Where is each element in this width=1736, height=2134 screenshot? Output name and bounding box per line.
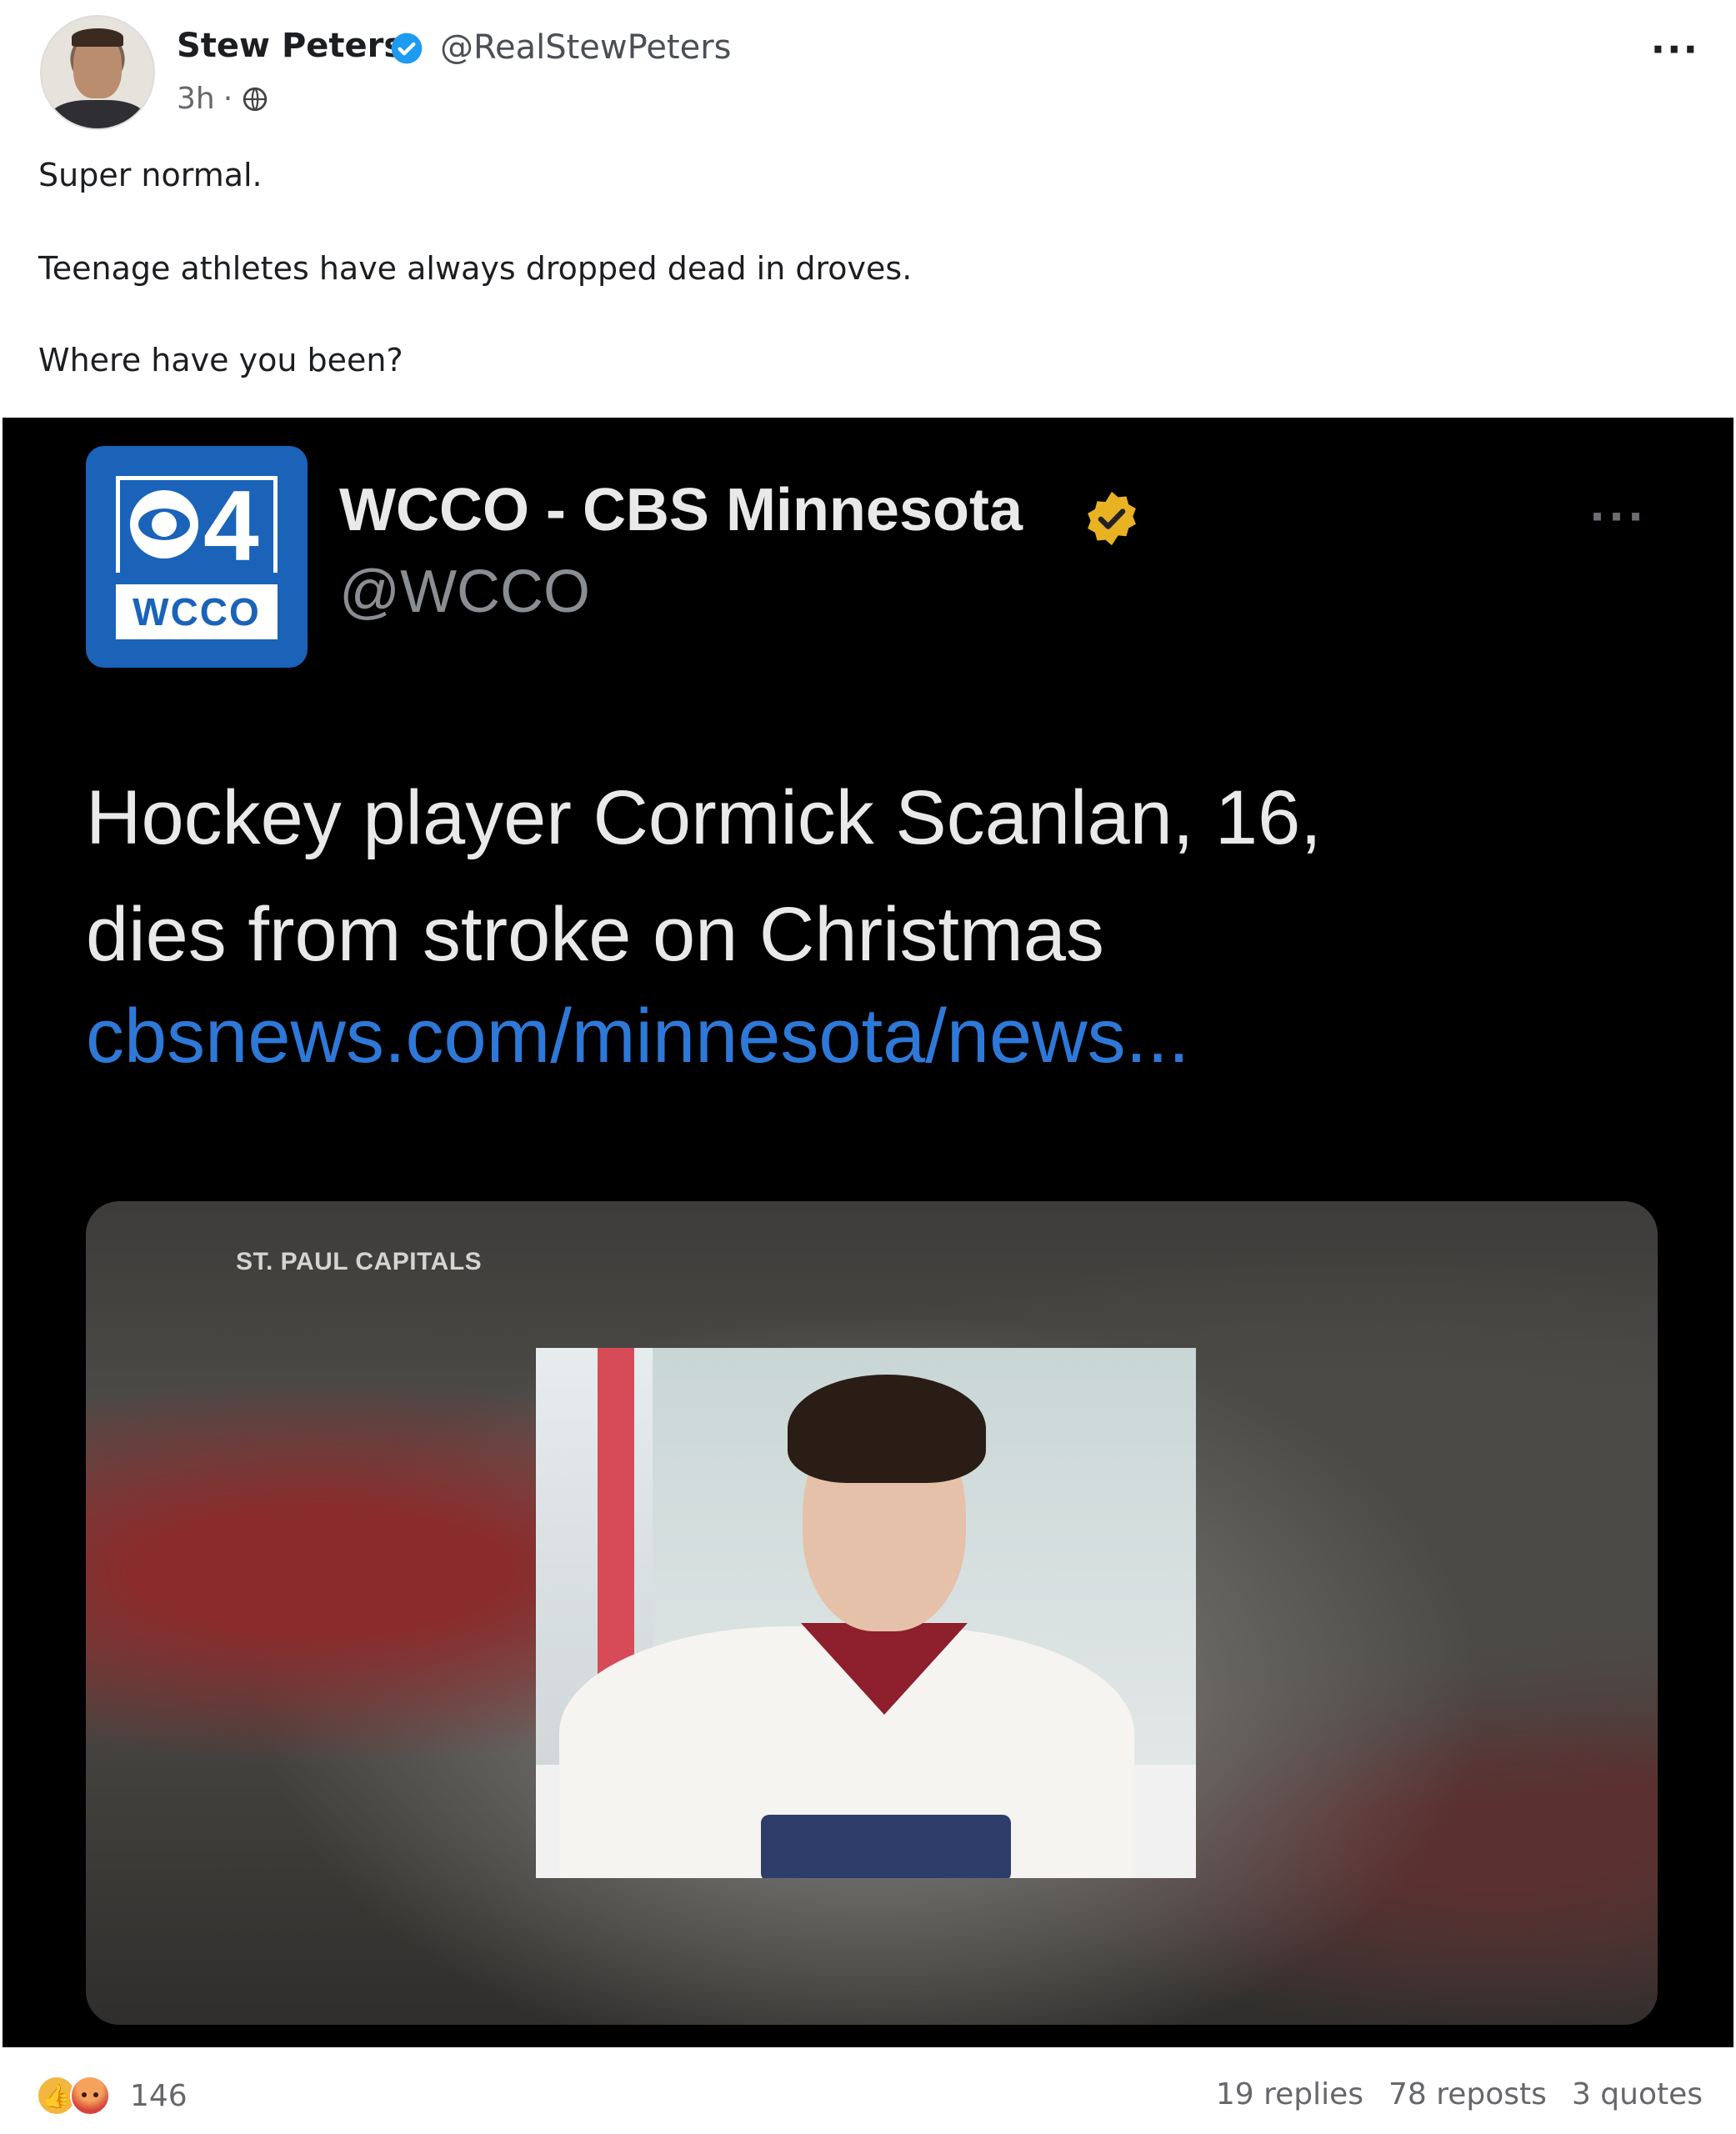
engagement-stats: 19 replies 78 reposts 3 quotes (1216, 2077, 1703, 2111)
embedded-headline: Hockey player Cormick Scanlan, 16, dies … (86, 759, 1669, 993)
embedded-photo: ST. PAUL CAPITALS (86, 1201, 1658, 2025)
reactions-summary[interactable]: 👍 146 (37, 2076, 188, 2116)
author-handle[interactable]: @RealStewPeters (440, 28, 732, 67)
embedded-account-handle: @WCCO (339, 559, 591, 625)
quotes-count[interactable]: 3 quotes (1572, 2077, 1703, 2111)
gold-verified-badge-icon (1088, 491, 1136, 546)
logo-station-text: WCCO (116, 584, 278, 639)
post-meta: 3h · (177, 82, 269, 116)
post-text-line-2: Teenage athletes have always dropped dea… (38, 250, 913, 287)
more-options-button[interactable]: ··· (1651, 30, 1699, 68)
photo-caption: ST. PAUL CAPITALS (236, 1248, 483, 1275)
reaction-count[interactable]: 146 (130, 2079, 188, 2113)
headline-line-2: dies from stroke on Christmas (86, 892, 1104, 977)
author-name[interactable]: Stew Peters (177, 27, 403, 65)
reposts-count[interactable]: 78 reposts (1388, 2077, 1547, 2111)
embedded-account-name: WCCO - CBS Minnesota (339, 477, 1023, 544)
embedded-screenshot[interactable]: 4 WCCO WCCO - CBS Minnesota @WCCO ··· Ho… (3, 418, 1733, 2047)
headline-line-1: Hockey player Cormick Scanlan, 16, (86, 775, 1322, 860)
post-text-line-1: Super normal. (38, 157, 263, 193)
replies-count[interactable]: 19 replies (1216, 2077, 1363, 2111)
post-text-line-3: Where have you been? (38, 342, 403, 378)
verified-badge-icon (391, 33, 423, 64)
post-time[interactable]: 3h (177, 82, 215, 116)
angry-reaction-icon (70, 2076, 110, 2116)
wcco-logo: 4 WCCO (86, 446, 308, 668)
meta-separator: · (223, 82, 233, 116)
logo-channel-number: 4 (203, 470, 259, 582)
post-footer: 👍 146 19 replies 78 reposts 3 quotes (0, 2047, 1736, 2134)
embedded-more-icon: ··· (1589, 493, 1647, 541)
player-photo (536, 1348, 1196, 1878)
author-avatar[interactable] (40, 15, 155, 130)
embedded-link: cbsnews.com/minnesota/news... (86, 994, 1190, 1079)
globe-icon (243, 87, 268, 111)
social-post: Stew Peters @RealStewPeters 3h · ··· Sup… (0, 0, 1736, 2134)
